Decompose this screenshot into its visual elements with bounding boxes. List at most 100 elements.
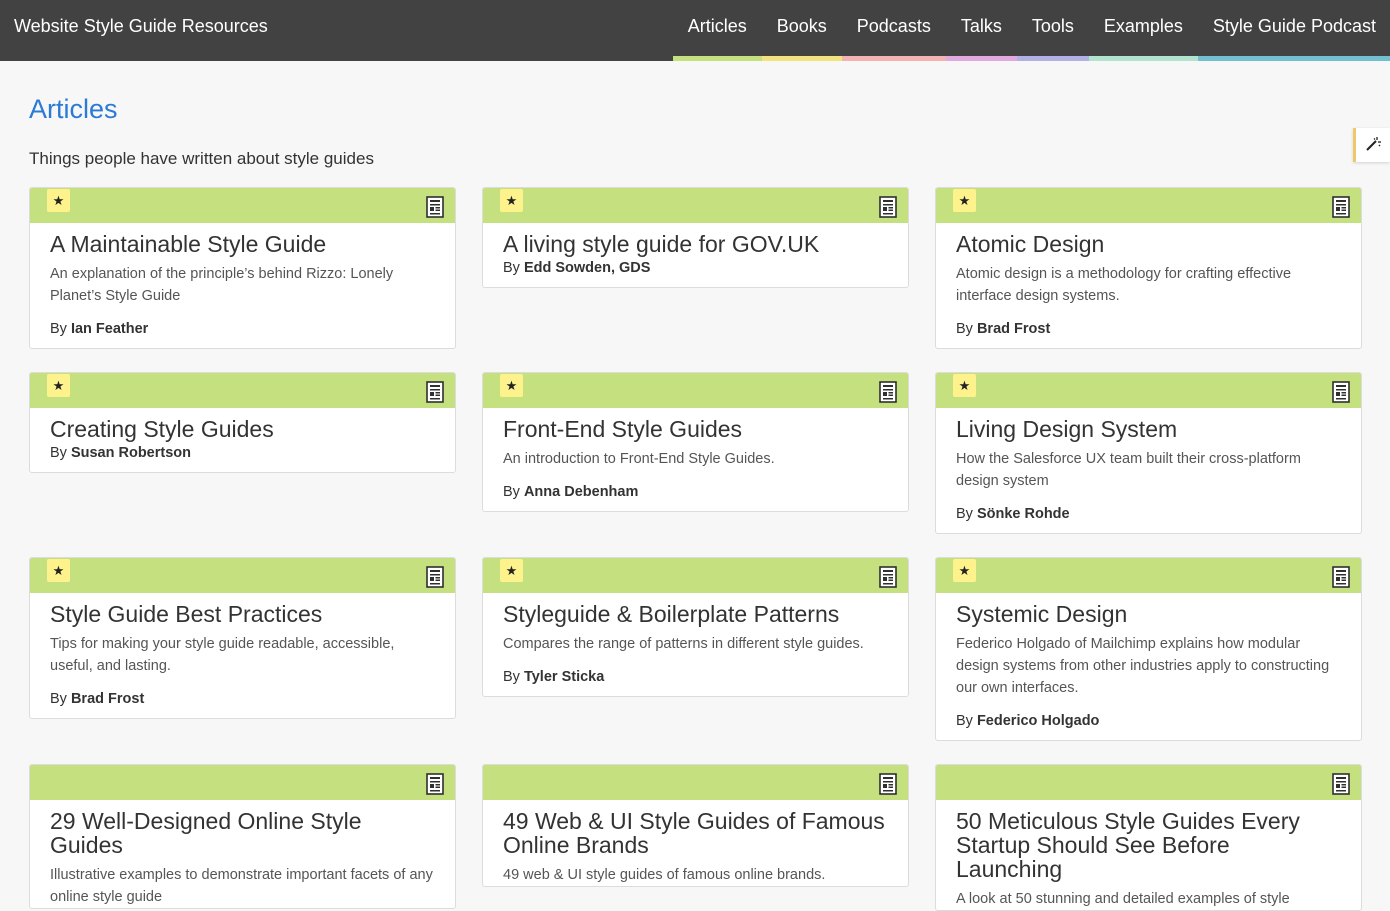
card-author: Sönke Rohde (976, 506, 1070, 522)
card-description: Illustrative examples to demonstrate imp… (50, 867, 433, 905)
document-icon (879, 196, 897, 223)
star-icon: ★ (47, 559, 70, 582)
article-card[interactable]: 29 Well-Designed Online Style Guides Illu… (29, 764, 456, 909)
card-description: Atomic design is a methodology for craft… (956, 266, 1292, 304)
card-body: Living Design System How the Salesforce U… (936, 408, 1361, 533)
card-author: Ian Feather (70, 321, 149, 337)
by-prefix: By (956, 321, 973, 337)
magic-wand-icon (1366, 137, 1381, 151)
document-icon (879, 381, 897, 408)
star-icon: ★ (500, 374, 523, 397)
article-card[interactable]: ★ Styleguide & Boilerplate Patterns Compar… (482, 557, 909, 697)
card-title[interactable]: Creating Style Guides (50, 417, 435, 441)
nav-books[interactable]: Books (761, 0, 842, 61)
document-icon (1332, 196, 1350, 223)
card-body: Style Guide Best Practices Tips for makin… (30, 593, 455, 718)
card-header-band: ★ (483, 558, 908, 593)
nav-examples[interactable]: Examples (1088, 0, 1198, 61)
card-byline: By Federico Holgado (956, 713, 1341, 740)
document-icon (879, 773, 897, 800)
card-title[interactable]: 49 Web & UI Style Guides of Famous Onlin… (503, 809, 888, 857)
card-byline: By Brad Frost (956, 321, 1341, 348)
article-card[interactable]: 49 Web & UI Style Guides of Famous Onlin… (482, 764, 909, 887)
card-title[interactable]: A Maintainable Style Guide (50, 232, 435, 256)
card-header-band: ★ (483, 373, 908, 408)
by-prefix: By (956, 506, 973, 522)
card-body: Creating Style Guides By Susan Robertson (30, 408, 455, 472)
card-title[interactable]: Living Design System (956, 417, 1341, 441)
card-author: Brad Frost (976, 321, 1051, 337)
by-prefix: By (503, 260, 520, 276)
document-icon (879, 566, 897, 593)
card-description: An explanation of the principle’s behind… (50, 266, 394, 304)
card-title[interactable]: Atomic Design (956, 232, 1341, 256)
card-title[interactable]: 50 Meticulous Style Guides Every Startup… (956, 809, 1341, 881)
magic-wand-tab[interactable] (1353, 128, 1390, 162)
card-title[interactable]: Styleguide & Boilerplate Patterns (503, 602, 888, 626)
card-header-band (936, 765, 1361, 800)
article-card[interactable]: ★ Front-End Style Guides An introduction t… (482, 372, 909, 512)
article-card[interactable]: ★ A Maintainable Style Guide An explanatio… (29, 187, 456, 349)
nav-podcasts[interactable]: Podcasts (841, 0, 946, 61)
by-prefix: By (50, 445, 67, 461)
star-icon: ★ (953, 374, 976, 397)
card-title[interactable]: Front-End Style Guides (503, 417, 888, 441)
card-body: 29 Well-Designed Online Style Guides Illu… (30, 800, 455, 908)
card-body: 50 Meticulous Style Guides Every Startup… (936, 800, 1361, 910)
card-header-band: ★ (30, 558, 455, 593)
card-description: Federico Holgado of Mailchimp explains h… (956, 636, 1330, 696)
nav-tools[interactable]: Tools (1016, 0, 1089, 61)
card-header-band: ★ (30, 188, 455, 223)
top-navigation-bar: Website Style Guide Resources Articles B… (0, 0, 1390, 61)
nav-talks[interactable]: Talks (945, 0, 1017, 61)
document-icon (1332, 566, 1350, 593)
document-icon (426, 566, 444, 593)
card-author: Federico Holgado (976, 713, 1100, 729)
star-icon: ★ (953, 189, 976, 212)
star-icon: ★ (500, 559, 523, 582)
card-description: Tips for making your style guide readabl… (50, 636, 395, 674)
card-header-band: ★ (30, 373, 455, 408)
card-title[interactable]: Style Guide Best Practices (50, 602, 435, 626)
by-prefix: By (503, 484, 520, 500)
card-title[interactable]: Systemic Design (956, 602, 1341, 626)
article-card[interactable]: ★ A living style guide for GOV.UK By Edd S… (482, 187, 909, 288)
card-title[interactable]: A living style guide for GOV.UK (503, 232, 888, 256)
star-icon: ★ (47, 189, 70, 212)
card-header-band: ★ (936, 373, 1361, 408)
by-prefix: By (50, 691, 67, 707)
card-body: A Maintainable Style Guide An explanation… (30, 223, 455, 348)
card-author: Tyler Sticka (523, 669, 605, 685)
article-card[interactable]: ★ Creating Style Guides By Susan Robertson (29, 372, 456, 473)
card-title[interactable]: 29 Well-Designed Online Style Guides (50, 809, 435, 857)
card-author: Edd Sowden, GDS (523, 260, 651, 276)
card-description: A look at 50 stunning and detailed examp… (956, 891, 1290, 907)
article-card[interactable]: ★ Style Guide Best Practices Tips for maki… (29, 557, 456, 719)
nav-articles[interactable]: Articles (672, 0, 762, 61)
card-body: A living style guide for GOV.UK By Edd So… (483, 223, 908, 287)
document-icon (1332, 381, 1350, 408)
site-brand-link[interactable]: Website Style Guide Resources (14, 16, 268, 37)
card-body: 49 Web & UI Style Guides of Famous Onlin… (483, 800, 908, 886)
card-byline: By Brad Frost (50, 691, 435, 718)
card-header-band: ★ (936, 188, 1361, 223)
by-prefix: By (956, 713, 973, 729)
card-byline: By Susan Robertson (50, 445, 435, 472)
card-body: Atomic Design Atomic design is a methodol… (936, 223, 1361, 348)
article-card[interactable]: 50 Meticulous Style Guides Every Startup… (935, 764, 1362, 911)
article-card[interactable]: ★ Atomic Design Atomic design is a methodo… (935, 187, 1362, 349)
document-icon (426, 196, 444, 223)
nav-style-guide-podcast[interactable]: Style Guide Podcast (1197, 0, 1390, 61)
card-byline: By Anna Debenham (503, 484, 888, 511)
article-card[interactable]: ★ Systemic Design Federico Holgado of Mail… (935, 557, 1362, 741)
article-card[interactable]: ★ Living Design System How the Salesforce … (935, 372, 1362, 534)
by-prefix: By (50, 321, 67, 337)
card-body: Systemic Design Federico Holgado of Mailc… (936, 593, 1361, 740)
document-icon (426, 773, 444, 800)
page-title: Articles (29, 94, 118, 124)
card-header-band (30, 765, 455, 800)
card-author: Anna Debenham (523, 484, 639, 500)
page-subtitle: Things people have written about style g… (29, 149, 374, 168)
card-header-band (483, 765, 908, 800)
card-author: Susan Robertson (70, 445, 191, 461)
